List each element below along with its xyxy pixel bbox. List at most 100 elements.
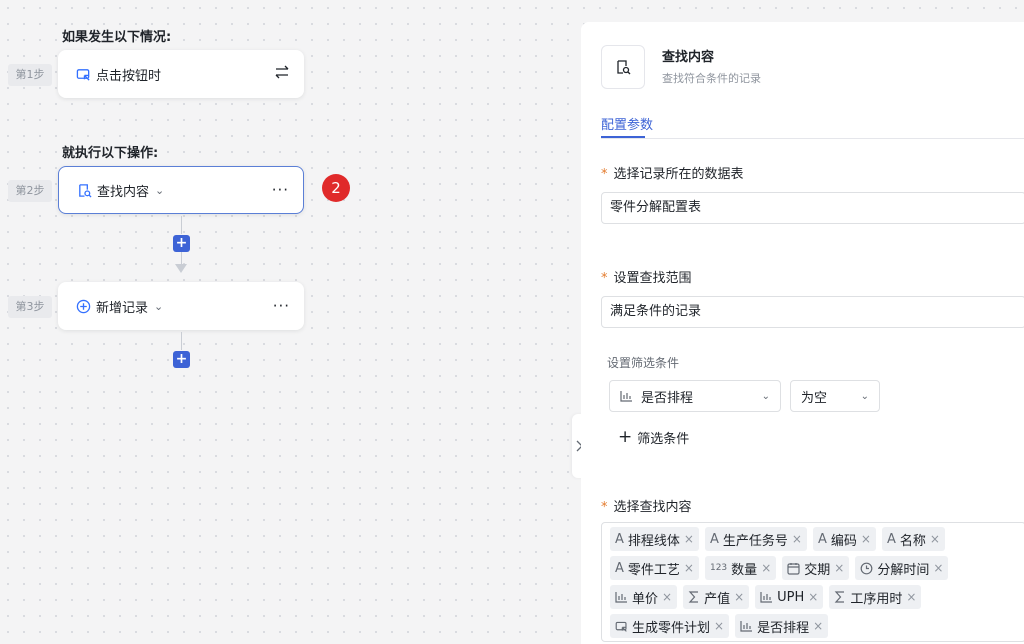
step-1-label: 第1步 [8, 64, 52, 86]
step-find-title: 查找内容 [97, 184, 150, 200]
step-find-card[interactable]: 查找内容 ⌄ ··· [58, 166, 304, 214]
tag-row: A 零件工艺 × 123 数量 × 交期 × 分解时间 × [610, 556, 1019, 580]
content-tag-selector[interactable]: A 排程线体 × A 生产任务号 × A 编码 × A 名称 × A 零件工艺 × 123 数量 × 交期 × 分解时间… [601, 522, 1024, 642]
bar-chart-icon [620, 390, 633, 402]
remove-tag-icon[interactable]: × [808, 590, 818, 604]
sigma-icon [688, 591, 700, 603]
field-tag[interactable]: A 零件工艺 × [610, 556, 699, 580]
remove-tag-icon[interactable]: × [734, 590, 744, 604]
field-tag[interactable]: A 编码 × [812, 527, 876, 551]
scope-field-label: * 设置查找范围 [601, 271, 692, 286]
field-tag-label: 编码 [830, 533, 857, 549]
bar-chart-icon [615, 591, 628, 603]
connector-line [181, 332, 182, 350]
bar-chart-icon [760, 591, 773, 603]
filter-field-value: 是否排程 [641, 390, 694, 406]
tab-config-params[interactable]: 配置参数 [601, 114, 653, 133]
filter-operator-select[interactable]: 为空 ⌄ [790, 380, 880, 412]
more-menu-icon[interactable]: ··· [272, 181, 289, 199]
switch-icon[interactable] [274, 65, 290, 83]
scope-select[interactable]: 满足条件的记录 [601, 296, 1024, 328]
tag-row: 生成零件计划 × 是否排程 × [610, 614, 1019, 638]
add-filter-button[interactable]: + 筛选条件 [618, 427, 689, 448]
step-3-label: 第3步 [8, 296, 52, 318]
field-tag[interactable]: A 排程线体 × [610, 527, 699, 551]
filter-operator-value: 为空 [801, 390, 828, 406]
field-tag[interactable]: 分解时间 × [855, 556, 949, 580]
text-type-icon: A [817, 531, 827, 547]
tag-row: 单价 × 产值 × UPH × 工序用时 × [610, 585, 1019, 609]
chevron-down-icon[interactable]: ⌄ [155, 184, 164, 197]
remove-tag-icon[interactable]: × [662, 590, 672, 604]
more-menu-icon[interactable]: ··· [273, 297, 290, 315]
remove-tag-icon[interactable]: × [906, 590, 916, 604]
field-tag-label: 零件工艺 [627, 562, 680, 578]
content-field-label: * 选择查找内容 [601, 500, 692, 515]
required-mark: * [601, 271, 608, 286]
remove-tag-icon[interactable]: × [792, 532, 802, 546]
connector-line [181, 252, 182, 264]
field-tag[interactable]: 单价 × [610, 585, 678, 609]
field-tag-label: UPH [777, 589, 805, 605]
field-tag-label: 交期 [804, 562, 831, 578]
step-2-label: 第2步 [8, 180, 52, 202]
step-add-record-title: 新增记录 [96, 300, 149, 316]
plus-icon: + [618, 427, 633, 447]
config-panel: 查找内容 查找符合条件的记录 配置参数 * 选择记录所在的数据表 零件分解配置表 … [581, 22, 1024, 644]
panel-title: 查找内容 [662, 50, 715, 65]
trigger-title: 点击按钮时 [96, 68, 162, 84]
field-tag-label: 分解时间 [877, 562, 930, 578]
field-tag-label: 名称 [899, 533, 926, 549]
text-type-icon: A [709, 531, 719, 547]
button-click-icon [615, 620, 628, 633]
remove-tag-icon[interactable]: × [861, 532, 871, 546]
remove-tag-icon[interactable]: × [834, 561, 844, 575]
field-tag[interactable]: 产值 × [683, 585, 750, 609]
required-mark: * [601, 167, 608, 182]
field-tag[interactable]: 123 数量 × [704, 556, 777, 580]
remove-tag-icon[interactable]: × [933, 561, 943, 575]
bar-chart-icon [740, 620, 753, 632]
field-tag-label: 单价 [632, 591, 659, 607]
sigma-icon [834, 591, 846, 603]
field-tag-label: 工序用时 [850, 591, 903, 607]
field-tag[interactable]: A 名称 × [881, 527, 945, 551]
field-tag-label: 生产任务号 [722, 533, 788, 549]
find-record-icon [75, 181, 93, 199]
field-tag[interactable]: UPH × [755, 585, 824, 609]
field-tag-label: 产值 [704, 591, 731, 607]
field-tag[interactable]: 是否排程 × [735, 614, 829, 638]
text-type-icon: A [615, 531, 624, 547]
trigger-card[interactable]: 点击按钮时 [58, 50, 304, 98]
trigger-heading: 如果发生以下情况: [62, 30, 172, 45]
add-step-button[interactable]: + [173, 235, 190, 252]
remove-tag-icon[interactable]: × [714, 619, 724, 633]
divider [601, 138, 1024, 139]
clock-icon [860, 562, 873, 575]
chevron-down-icon: ⌄ [860, 390, 869, 402]
add-circle-icon [74, 297, 92, 315]
remove-tag-icon[interactable]: × [684, 561, 694, 575]
calendar-icon [787, 562, 800, 575]
filter-field-select[interactable]: 是否排程 ⌄ [609, 380, 781, 412]
field-tag[interactable]: 工序用时 × [829, 585, 922, 609]
step-badge: 2 [322, 174, 350, 202]
field-tag-label: 排程线体 [627, 533, 680, 549]
text-type-icon: A [886, 531, 896, 547]
tag-row: A 排程线体 × A 生产任务号 × A 编码 × A 名称 × [610, 527, 1019, 551]
field-tag[interactable]: A 生产任务号 × [704, 527, 807, 551]
actions-heading: 就执行以下操作: [62, 146, 159, 161]
remove-tag-icon[interactable]: × [930, 532, 940, 546]
remove-tag-icon[interactable]: × [684, 532, 694, 546]
remove-tag-icon[interactable]: × [761, 561, 771, 575]
field-tag[interactable]: 交期 × [782, 556, 850, 580]
remove-tag-icon[interactable]: × [813, 619, 823, 633]
table-select[interactable]: 零件分解配置表 [601, 192, 1024, 224]
step-add-record-card[interactable]: 新增记录 ⌄ ··· [58, 282, 304, 330]
chevron-down-icon[interactable]: ⌄ [154, 300, 163, 313]
connector-line [181, 216, 182, 234]
field-tag[interactable]: 生成零件计划 × [610, 614, 730, 638]
add-step-button[interactable]: + [173, 351, 190, 368]
chevron-down-icon: ⌄ [761, 390, 770, 402]
panel-subtitle: 查找符合条件的记录 [662, 72, 761, 85]
